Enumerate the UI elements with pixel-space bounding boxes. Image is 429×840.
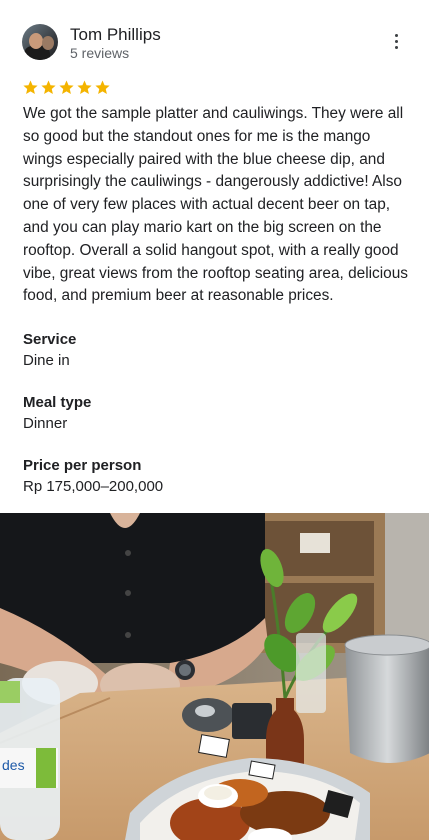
star-rating (22, 79, 111, 97)
review-text: We got the sample platter and cauliwings… (23, 105, 408, 305)
review-header: Tom Phillips 5 reviews (0, 0, 429, 70)
star-icon (76, 79, 93, 96)
star-icon (22, 79, 39, 96)
star-icon (94, 79, 111, 96)
detail-value: Dinner (23, 415, 68, 432)
review-photo[interactable]: des (0, 513, 429, 840)
reviewer-name[interactable]: Tom Phillips (70, 25, 161, 45)
detail-service: Service Dine in (23, 330, 403, 372)
detail-label: Service (23, 331, 77, 348)
detail-price: Price per person Rp 175,000–200,000 (23, 456, 403, 498)
detail-value: Rp 175,000–200,000 (23, 478, 164, 495)
star-icon (40, 79, 57, 96)
svg-text:des: des (2, 757, 25, 773)
star-icon (58, 79, 75, 96)
reviewer-review-count[interactable]: 5 reviews (70, 45, 129, 61)
detail-label: Meal type (23, 394, 92, 411)
more-vert-icon[interactable] (388, 34, 404, 52)
detail-meal-type: Meal type Dinner (23, 393, 403, 435)
detail-label: Price per person (23, 457, 142, 474)
avatar[interactable] (22, 24, 58, 60)
detail-value: Dine in (23, 352, 70, 369)
